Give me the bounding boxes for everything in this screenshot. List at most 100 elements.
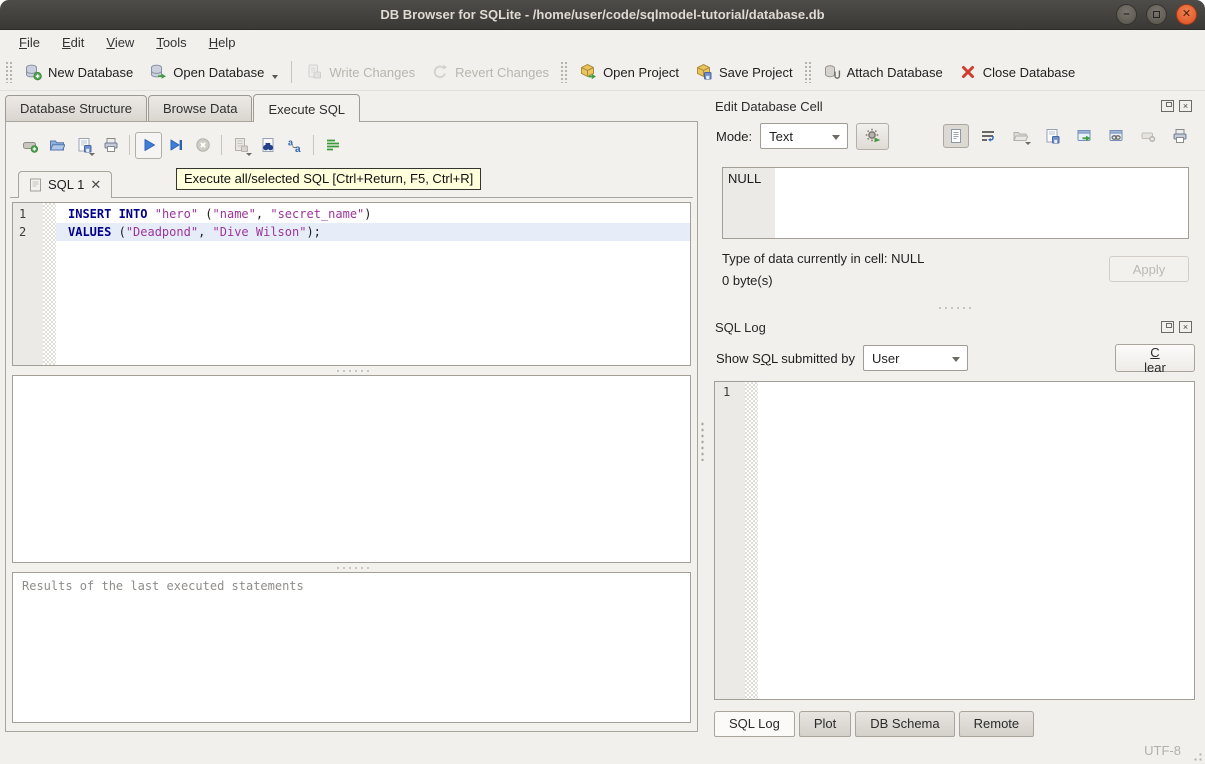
revert-changes-button[interactable]: Revert Changes — [423, 58, 557, 86]
menu-edit[interactable]: Edit — [51, 32, 95, 53]
svg-text:a: a — [295, 144, 301, 153]
auto-apply-button[interactable] — [856, 123, 889, 150]
save-sql-file-icon — [76, 137, 92, 153]
stop-execution-button[interactable] — [189, 132, 216, 159]
cell-edit-area[interactable] — [775, 168, 1188, 238]
results-splitter[interactable] — [10, 563, 693, 572]
execute-line-button[interactable] — [162, 132, 189, 159]
new-database-button[interactable]: New Database — [16, 58, 141, 86]
write-changes-button[interactable]: Write Changes — [297, 58, 423, 86]
sql-log-view[interactable]: 1 — [714, 381, 1195, 700]
toolbar-handle[interactable] — [804, 61, 812, 83]
log-filter-select[interactable]: User — [863, 345, 968, 371]
replace-button[interactable]: aa — [281, 132, 308, 159]
open-database-icon — [149, 63, 167, 81]
tab-browse-data[interactable]: Browse Data — [148, 95, 252, 121]
sql-toolbar: aa — [10, 126, 693, 164]
left-panel: Database Structure Browse Data Execute S… — [0, 91, 703, 737]
menu-tools[interactable]: Tools — [145, 32, 197, 53]
word-wrap-button[interactable] — [975, 124, 1001, 148]
dock-tab-sql-log[interactable]: SQL Log — [714, 711, 795, 737]
open-database-dropdown-icon[interactable] — [272, 75, 278, 79]
close-dock-icon: × — [1183, 102, 1188, 111]
clear-log-button[interactable]: Clear — [1115, 344, 1195, 372]
format-sql-button[interactable] — [319, 132, 346, 159]
import-dropdown-icon[interactable] — [1025, 142, 1031, 145]
status-bar: UTF-8 — [0, 737, 1205, 764]
open-in-app-button[interactable] — [1071, 124, 1097, 148]
sql-tab-close-icon[interactable]: ✕ — [90, 178, 101, 191]
save-sql-file-button[interactable] — [70, 132, 97, 159]
open-database-button[interactable]: Open Database — [141, 58, 286, 86]
execute-sql-page: aa SQL 1 ✕ Execute all/selected SQL [Ctr… — [5, 121, 698, 732]
open-project-button[interactable]: Open Project — [571, 58, 687, 86]
minimize-button[interactable]: – — [1116, 4, 1137, 25]
print-icon — [1172, 128, 1188, 144]
main-tabbar: Database Structure Browse Data Execute S… — [0, 91, 703, 121]
find-icon — [260, 137, 276, 153]
menu-view[interactable]: View — [95, 32, 145, 53]
copy-link-button[interactable] — [1103, 124, 1129, 148]
sql-log-float-button[interactable] — [1161, 321, 1174, 333]
results-grid-pane[interactable] — [12, 375, 691, 563]
text-mode-button[interactable] — [943, 124, 969, 148]
save-sql-dropdown-icon[interactable] — [89, 153, 95, 156]
sql-toolbar-separator — [129, 135, 130, 155]
edit-cell-float-button[interactable] — [1161, 100, 1174, 112]
attach-database-icon — [823, 63, 841, 81]
open-project-label: Open Project — [603, 65, 679, 80]
minimize-icon: – — [1123, 9, 1129, 20]
close-button[interactable]: ✕ — [1176, 4, 1197, 25]
find-button[interactable] — [254, 132, 281, 159]
dock-tab-db-schema[interactable]: DB Schema — [855, 711, 954, 737]
sql-editor[interactable]: 1 2 INSERT INTO "hero" ("name", "secret_… — [12, 202, 691, 366]
execute-all-button[interactable] — [135, 132, 162, 159]
log-content-area[interactable] — [758, 382, 1194, 699]
print-sql-button[interactable] — [97, 132, 124, 159]
results-message-pane[interactable]: Results of the last executed statements — [12, 572, 691, 723]
dock-tab-plot[interactable]: Plot — [799, 711, 851, 737]
edit-cell-close-button[interactable]: × — [1179, 100, 1192, 112]
editor-splitter[interactable] — [10, 366, 693, 375]
titlebar[interactable]: DB Browser for SQLite - /home/user/code/… — [0, 0, 1205, 30]
sql-log-close-button[interactable]: × — [1179, 321, 1192, 333]
toolbar-handle[interactable] — [5, 61, 13, 83]
mode-select[interactable]: Text — [760, 123, 848, 149]
dock-splitter[interactable] — [712, 303, 1195, 312]
open-sql-file-button[interactable] — [43, 132, 70, 159]
dock-tab-remote[interactable]: Remote — [959, 711, 1035, 737]
import-data-button[interactable] — [1007, 124, 1033, 148]
cell-editor[interactable]: NULL — [722, 167, 1189, 239]
save-results-dropdown-icon[interactable] — [246, 153, 252, 156]
maximize-button[interactable] — [1146, 4, 1167, 25]
print-cell-button[interactable] — [1167, 124, 1193, 148]
new-sql-tab-button[interactable] — [16, 132, 43, 159]
word-wrap-icon — [980, 128, 996, 144]
cell-value-gutter: NULL — [723, 168, 775, 238]
export-data-button[interactable] — [1039, 124, 1065, 148]
set-null-button[interactable] — [1135, 124, 1161, 148]
editor-code-area[interactable]: INSERT INTO "hero" ("name", "secret_name… — [56, 203, 690, 365]
sql-tab-1[interactable]: SQL 1 ✕ — [18, 171, 112, 198]
app-window: DB Browser for SQLite - /home/user/code/… — [0, 0, 1205, 764]
resize-grip[interactable] — [1190, 749, 1203, 762]
close-dock-icon: × — [1183, 323, 1188, 332]
close-database-button[interactable]: Close Database — [951, 58, 1084, 86]
save-project-button[interactable]: Save Project — [687, 58, 801, 86]
toolbar-handle[interactable] — [560, 61, 568, 83]
execute-tooltip: Execute all/selected SQL [Ctrl+Return, F… — [176, 168, 481, 190]
menu-help[interactable]: Help — [198, 32, 247, 53]
main-area: Database Structure Browse Data Execute S… — [0, 91, 1205, 737]
apply-button[interactable]: Apply — [1109, 256, 1189, 282]
format-sql-icon — [325, 137, 341, 153]
encoding-indicator[interactable]: UTF-8 — [1144, 743, 1181, 758]
save-results-button[interactable] — [227, 132, 254, 159]
tab-database-structure[interactable]: Database Structure — [5, 95, 147, 121]
attach-database-label: Attach Database — [847, 65, 943, 80]
attach-database-button[interactable]: Attach Database — [815, 58, 951, 86]
menu-file[interactable]: File — [8, 32, 51, 53]
tab-execute-sql[interactable]: Execute SQL — [253, 94, 360, 122]
vertical-splitter[interactable] — [700, 421, 706, 461]
code-line-1: INSERT INTO "hero" ("name", "secret_name… — [56, 205, 690, 223]
open-external-icon — [1076, 128, 1092, 144]
